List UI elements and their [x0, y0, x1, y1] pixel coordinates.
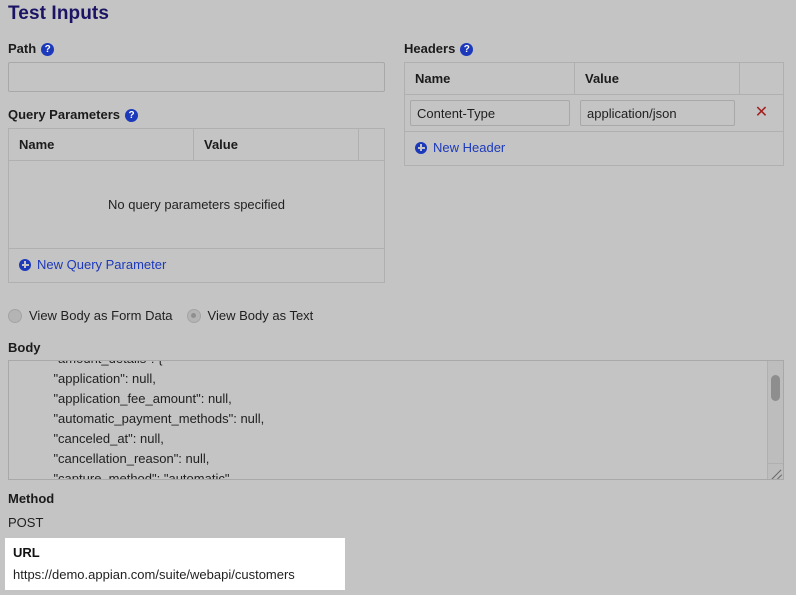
plus-circle-icon — [415, 141, 427, 154]
header-name-cell — [405, 100, 575, 126]
headers-header-row: Name Value — [405, 63, 783, 95]
column-header-value: Value — [575, 63, 740, 94]
resize-grip-icon[interactable] — [767, 463, 783, 479]
column-header-value: Value — [194, 129, 359, 160]
column-header-name: Name — [9, 129, 194, 160]
query-parameters-header-row: Name Value — [9, 129, 384, 161]
left-column: Path ? Query Parameters ? Name Value No … — [8, 40, 385, 283]
query-parameters-label: Query Parameters ? — [8, 106, 385, 124]
new-query-parameter-label: New Query Parameter — [37, 257, 167, 272]
body-text-content: "amount_details": { "application": null,… — [53, 361, 265, 480]
query-parameters-empty-message: No query parameters specified — [9, 161, 384, 249]
headers-table: Name Value ✕ New Header — [404, 62, 784, 166]
help-circle-icon[interactable]: ? — [41, 42, 55, 56]
body-textarea[interactable]: "amount_details": { "application": null,… — [8, 360, 784, 480]
page-title: Test Inputs — [8, 3, 110, 24]
header-value-cell — [575, 100, 740, 126]
radio-unselected-icon — [8, 308, 22, 323]
scrollbar-thumb[interactable] — [771, 375, 780, 401]
query-parameters-table: Name Value No query parameters specified… — [8, 128, 385, 283]
query-parameters-label-text: Query Parameters — [8, 107, 121, 122]
vertical-scrollbar[interactable] — [767, 361, 783, 465]
method-value: POST — [8, 515, 44, 530]
headers-label-text: Headers — [404, 41, 456, 56]
column-header-actions — [359, 129, 384, 160]
column-header-actions — [740, 63, 783, 94]
radio-view-body-as-form-data[interactable]: View Body as Form Data — [8, 308, 173, 323]
url-value: https://demo.appian.com/suite/webapi/cus… — [13, 567, 295, 582]
headers-label: Headers ? — [404, 40, 784, 58]
radio-view-body-as-text[interactable]: View Body as Text — [186, 308, 314, 323]
headers-footer: New Header — [405, 132, 783, 165]
query-parameters-footer: New Query Parameter — [9, 249, 384, 282]
close-x-icon[interactable]: ✕ — [740, 104, 783, 122]
url-label: URL — [13, 545, 40, 560]
right-column: Headers ? Name Value ✕ New Header — [404, 40, 784, 166]
method-label: Method — [8, 491, 55, 506]
radio-label: View Body as Text — [207, 308, 314, 323]
new-header-button[interactable]: New Header — [415, 140, 505, 155]
path-label: Path ? — [8, 40, 385, 58]
table-row: ✕ — [405, 95, 783, 132]
body-label: Body — [8, 340, 41, 355]
header-value-input[interactable] — [580, 100, 735, 126]
new-query-parameter-button[interactable]: New Query Parameter — [19, 257, 166, 272]
header-name-input[interactable] — [410, 100, 570, 126]
help-circle-icon[interactable]: ? — [125, 108, 139, 122]
new-header-label: New Header — [433, 140, 506, 155]
column-header-name: Name — [405, 63, 575, 94]
radio-selected-icon — [186, 308, 201, 323]
radio-label: View Body as Form Data — [29, 308, 173, 323]
url-panel: URL https://demo.appian.com/suite/webapi… — [5, 538, 345, 590]
path-input[interactable] — [8, 62, 385, 92]
path-label-text: Path — [8, 41, 37, 56]
body-view-radio-group: View Body as Form Data View Body as Text — [8, 308, 313, 323]
plus-circle-icon — [19, 258, 31, 271]
help-circle-icon[interactable]: ? — [460, 42, 474, 56]
